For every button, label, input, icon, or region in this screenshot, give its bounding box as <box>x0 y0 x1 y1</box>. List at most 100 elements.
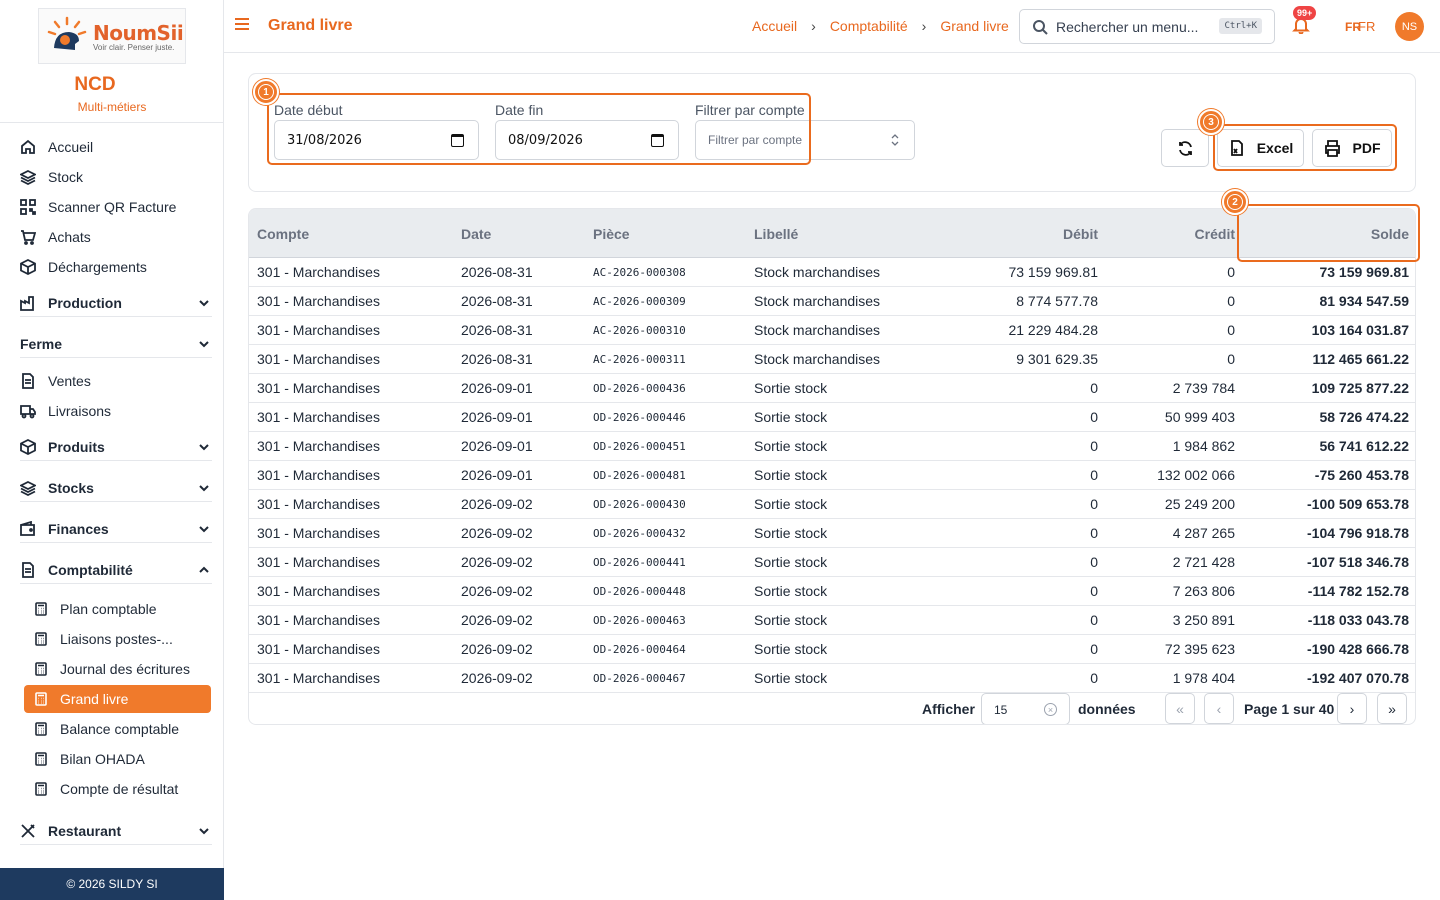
refresh-button[interactable] <box>1161 129 1209 167</box>
prev-page-button[interactable]: ‹ <box>1204 693 1234 724</box>
col-libelle[interactable]: Libellé <box>754 226 798 242</box>
sidebar-group-production[interactable]: Production <box>20 289 212 317</box>
table-row[interactable]: 301 - Marchandises 2026-09-02 OD-2026-0004… <box>249 577 1415 606</box>
table-row[interactable]: 301 - Marchandises 2026-08-31 AC-2026-0003… <box>249 345 1415 374</box>
next-page-button[interactable]: › <box>1337 693 1367 724</box>
cell-date: 2026-09-01 <box>461 438 533 454</box>
utensils-icon <box>21 823 35 838</box>
sidebar-group-produits[interactable]: Produits <box>20 433 212 461</box>
sidebar-item-dechargements[interactable]: Déchargements <box>20 255 147 279</box>
col-date[interactable]: Date <box>461 226 491 242</box>
cell-libelle: Stock marchandises <box>754 264 881 280</box>
calendar-icon[interactable] <box>651 134 664 147</box>
table-row[interactable]: 301 - Marchandises 2026-09-02 OD-2026-0004… <box>249 490 1415 519</box>
sidebar-item-plan-comptable[interactable]: Plan comptable <box>24 595 211 623</box>
sidebar-item-balance[interactable]: Balance comptable <box>24 715 211 743</box>
table-row[interactable]: 301 - Marchandises 2026-09-02 OD-2026-0004… <box>249 519 1415 548</box>
cell-compte: 301 - Marchandises <box>257 612 380 628</box>
menu-search[interactable]: Rechercher un menu... Ctrl+K <box>1019 9 1275 44</box>
sidebar-group-ferme[interactable]: Ferme <box>20 330 212 358</box>
sidebar-item-ventes[interactable]: Ventes <box>20 369 91 393</box>
sidebar-group-comptabilite[interactable]: Comptabilité <box>20 556 212 584</box>
table-row[interactable]: 301 - Marchandises 2026-08-31 AC-2026-0003… <box>249 316 1415 345</box>
sidebar-item-achats[interactable]: Achats <box>20 225 91 249</box>
sidebar-footer: © 2026 SILDY SI <box>0 868 224 900</box>
col-credit[interactable]: Crédit <box>1195 226 1235 242</box>
col-compte[interactable]: Compte <box>257 226 309 242</box>
group-label: Produits <box>48 438 105 455</box>
page-size-input[interactable]: 15 × <box>981 693 1070 724</box>
sidebar-item-livraisons[interactable]: Livraisons <box>20 399 111 423</box>
sidebar-item-scanner[interactable]: Scanner QR Facture <box>20 195 176 219</box>
breadcrumb-grand-livre[interactable]: Grand livre <box>940 18 1008 34</box>
cell-compte: 301 - Marchandises <box>257 264 380 280</box>
table-row[interactable]: 301 - Marchandises 2026-09-02 OD-2026-0004… <box>249 664 1415 693</box>
calculator-icon <box>35 632 47 646</box>
cell-piece: AC-2026-000308 <box>593 266 686 279</box>
cell-debit: 0 <box>1090 554 1098 570</box>
table-row[interactable]: 301 - Marchandises 2026-08-31 AC-2026-0003… <box>249 287 1415 316</box>
group-label: Stocks <box>48 479 94 496</box>
table-row[interactable]: 301 - Marchandises 2026-09-02 OD-2026-0004… <box>249 606 1415 635</box>
sidebar-group-stocks[interactable]: Stocks <box>20 474 212 502</box>
account-filter-select[interactable]: Filtrer par compte <box>695 120 915 160</box>
export-excel-button[interactable]: Excel <box>1217 129 1304 167</box>
sidebar-item-liaisons-postes[interactable]: Liaisons postes-... <box>24 625 211 653</box>
cell-solde: 81 934 547.59 <box>1319 293 1409 309</box>
box-icon <box>20 259 36 275</box>
table-row[interactable]: 301 - Marchandises 2026-09-01 OD-2026-0004… <box>249 403 1415 432</box>
col-piece[interactable]: Pièce <box>593 226 630 242</box>
marker-number: 3 <box>1203 114 1219 130</box>
sidebar: NoumSii Voir clair. Penser juste. NCD Mu… <box>0 0 224 900</box>
cell-credit: 0 <box>1227 293 1235 309</box>
last-page-button[interactable]: » <box>1377 693 1407 724</box>
calculator-icon <box>35 782 47 796</box>
cell-solde: -114 782 152.78 <box>1307 583 1409 599</box>
table-row[interactable]: 301 - Marchandises 2026-09-02 OD-2026-0004… <box>249 548 1415 577</box>
cell-libelle: Sortie stock <box>754 670 828 686</box>
first-page-button[interactable]: « <box>1165 693 1195 724</box>
sidebar-group-finances[interactable]: Finances <box>20 515 212 543</box>
date-end-input[interactable]: 08/09/2026 <box>495 120 679 160</box>
cell-libelle: Sortie stock <box>754 525 828 541</box>
cell-solde: -118 033 043.78 <box>1307 612 1409 628</box>
brand-logo[interactable]: NoumSii Voir clair. Penser juste. <box>38 8 186 64</box>
breadcrumb-accueil[interactable]: Accueil <box>752 18 797 34</box>
cell-date: 2026-09-02 <box>461 583 533 599</box>
language-selector[interactable]: FR <box>1358 19 1375 34</box>
page-info: Page 1 sur 40 <box>1244 701 1335 717</box>
date-start-input[interactable]: 31/08/2026 <box>274 120 479 160</box>
cell-date: 2026-09-02 <box>461 525 533 541</box>
cell-debit: 9 301 629.35 <box>1016 351 1098 367</box>
breadcrumb-comptabilite[interactable]: Comptabilité <box>830 18 908 34</box>
calendar-icon[interactable] <box>451 134 464 147</box>
printer-icon <box>1324 139 1340 157</box>
menu-icon[interactable] <box>235 18 249 32</box>
table-row[interactable]: 301 - Marchandises 2026-09-01 OD-2026-0004… <box>249 432 1415 461</box>
search-placeholder: Rechercher un menu... <box>1056 18 1199 35</box>
sidebar-item-stock[interactable]: Stock <box>20 165 83 189</box>
sidebar-group-restaurant[interactable]: Restaurant <box>20 817 212 845</box>
sidebar-item-journal[interactable]: Journal des écritures <box>24 655 211 683</box>
table-row[interactable]: 301 - Marchandises 2026-09-01 OD-2026-0004… <box>249 461 1415 490</box>
export-pdf-button[interactable]: PDF <box>1312 129 1392 167</box>
cell-piece: OD-2026-000441 <box>593 556 686 569</box>
table-row[interactable]: 301 - Marchandises 2026-09-01 OD-2026-0004… <box>249 374 1415 403</box>
sidebar-item-accueil[interactable]: Accueil <box>20 135 93 159</box>
table-row[interactable]: 301 - Marchandises 2026-08-31 AC-2026-0003… <box>249 258 1415 287</box>
col-debit[interactable]: Débit <box>1063 226 1098 242</box>
sidebar-item-bilan[interactable]: Bilan OHADA <box>24 745 211 773</box>
cell-piece: OD-2026-000436 <box>593 382 686 395</box>
user-avatar[interactable]: NS <box>1395 12 1424 41</box>
col-solde[interactable]: Solde <box>1371 226 1409 242</box>
clear-icon[interactable]: × <box>1044 703 1057 716</box>
sidebar-item-grand-livre[interactable]: Grand livre <box>24 685 211 713</box>
layers-icon <box>20 169 36 185</box>
chevron-down-icon <box>199 300 209 307</box>
refresh-icon <box>1178 140 1192 156</box>
sidebar-item-compte-resultat[interactable]: Compte de résultat <box>24 775 211 803</box>
cell-date: 2026-09-02 <box>461 641 533 657</box>
sun-logo-icon <box>45 14 89 58</box>
cell-piece: OD-2026-000448 <box>593 585 686 598</box>
table-row[interactable]: 301 - Marchandises 2026-09-02 OD-2026-0004… <box>249 635 1415 664</box>
